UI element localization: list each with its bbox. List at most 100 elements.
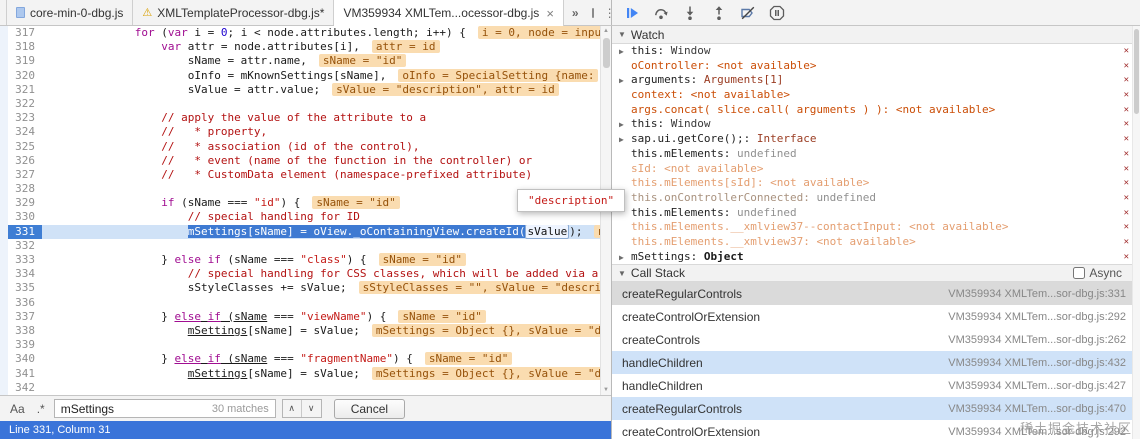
code-line[interactable]: 334 // special handling for CSS classes,… [0, 267, 611, 281]
delete-watch-icon[interactable]: ✕ [1124, 191, 1129, 206]
line-number[interactable]: 326 [8, 154, 42, 168]
watch-item[interactable]: oController: <not available> ✕ [612, 59, 1140, 74]
call-stack-frame[interactable]: createRegularControls VM359934 XMLTem...s… [612, 397, 1140, 421]
code-line[interactable]: 317 for (var i = 0; i < node.attributes.… [0, 26, 611, 40]
watch-item[interactable]: ▶ arguments: Arguments[1] ✕ [612, 73, 1140, 88]
delete-watch-icon[interactable]: ✕ [1124, 103, 1129, 118]
step-out-icon[interactable] [711, 5, 727, 21]
delete-watch-icon[interactable]: ✕ [1124, 162, 1129, 177]
scroll-up-icon[interactable]: ▲ [601, 28, 611, 34]
call-stack-frame[interactable]: handleChildren VM359934 XMLTem...sor-dbg.… [612, 351, 1140, 375]
breakpoint-gutter[interactable] [0, 26, 8, 395]
tab-vm359934-xmltem-ocessor-dbg-js[interactable]: VM359934 XMLTem...ocessor-dbg.js × [334, 0, 564, 26]
line-number[interactable]: 320 [8, 69, 42, 83]
watch-item[interactable]: this.mElements: undefined ✕ [612, 206, 1140, 221]
line-number[interactable]: 329 [8, 196, 42, 210]
code-line[interactable]: 320 oInfo = mKnownSettings[sName], oInfo … [0, 68, 611, 83]
code-line[interactable]: 335 sStyleClasses += sValue; sStyleClasse… [0, 281, 611, 295]
watch-item[interactable]: context: <not available> ✕ [612, 88, 1140, 103]
pause-on-exceptions-icon[interactable] [769, 5, 785, 21]
line-number[interactable]: 335 [8, 281, 42, 295]
expander-icon[interactable]: ▶ [619, 133, 631, 147]
call-stack-frame[interactable]: createControls VM359934 XMLTem...sor-dbg.… [612, 328, 1140, 351]
line-number[interactable]: 336 [8, 296, 42, 310]
code-line[interactable]: 326 // * event (name of the function in … [0, 154, 611, 168]
watch-item[interactable]: this.mElements.__xmlview37: <not availab… [612, 235, 1140, 250]
line-number[interactable]: 342 [8, 381, 42, 395]
line-number[interactable]: 337 [8, 310, 42, 324]
line-number[interactable]: 317 [8, 26, 42, 40]
watch-item[interactable]: sId: <not available> ✕ [612, 162, 1140, 177]
watch-item[interactable]: this.onControllerConnected: undefined ✕ [612, 191, 1140, 206]
scrollbar-thumb[interactable] [1134, 29, 1139, 114]
watch-item[interactable]: this.mElements: undefined ✕ [612, 147, 1140, 162]
delete-watch-icon[interactable]: ✕ [1124, 250, 1129, 265]
watch-item[interactable]: ▶ sap.ui.getCore();: Interface ✕ [612, 132, 1140, 147]
code-line[interactable]: 340 } else if (sName === "fragmentName")… [0, 352, 611, 366]
deactivate-breakpoints-icon[interactable] [740, 5, 756, 21]
cancel-button[interactable]: Cancel [333, 398, 406, 419]
line-number[interactable]: 318 [8, 40, 42, 54]
code-line[interactable]: 327 // * CustomData element (namespace-p… [0, 168, 611, 182]
pretty-print-icon[interactable] [591, 7, 594, 18]
code-line[interactable]: 318 var attr = node.attributes[i], attr =… [0, 40, 611, 54]
expander-icon[interactable]: ▶ [619, 118, 631, 132]
code-line[interactable]: 332 [0, 239, 611, 253]
code-line[interactable]: 325 // * association (id of the control)… [0, 140, 611, 154]
line-number[interactable]: 338 [8, 324, 42, 338]
code-line[interactable]: 322 [0, 97, 611, 111]
tab-xmltemplateprocessor-dbg-js-[interactable]: ⚠ XMLTemplateProcessor-dbg.js* [133, 0, 335, 25]
code-line[interactable]: 342 [0, 381, 611, 395]
delete-watch-icon[interactable]: ✕ [1124, 88, 1129, 103]
code-line[interactable]: 319 sName = attr.name, sName = "id" [0, 54, 611, 68]
previous-match-button[interactable]: ∧ [282, 400, 302, 417]
step-into-icon[interactable] [682, 5, 698, 21]
tab-core-min-0-dbg-js[interactable]: core-min-0-dbg.js [6, 0, 134, 25]
code-line[interactable]: 337 } else if (sName === "viewName") {sN… [0, 309, 611, 324]
expander-icon[interactable]: ▶ [619, 74, 631, 88]
line-number[interactable]: 333 [8, 253, 42, 267]
line-number[interactable]: 321 [8, 83, 42, 97]
delete-watch-icon[interactable]: ✕ [1124, 235, 1129, 250]
watch-item[interactable]: ▶ this: Window ✕ [612, 117, 1140, 132]
line-number[interactable]: 340 [8, 352, 42, 366]
delete-watch-icon[interactable]: ✕ [1124, 73, 1129, 88]
line-number[interactable]: 324 [8, 125, 42, 139]
code-line[interactable]: 324 // * property, [0, 125, 611, 139]
close-tab-icon[interactable]: × [546, 7, 554, 20]
scrollbar-thumb[interactable] [603, 38, 610, 68]
line-number[interactable]: 327 [8, 168, 42, 182]
watch-item[interactable]: args.concat( slice.call( arguments ) ): … [612, 103, 1140, 118]
call-stack-frame[interactable]: handleChildren VM359934 XMLTem...sor-dbg.… [612, 374, 1140, 397]
delete-watch-icon[interactable]: ✕ [1124, 44, 1129, 59]
line-number[interactable]: 322 [8, 97, 42, 111]
code-line[interactable]: 321 sValue = attr.value; sValue = "descri… [0, 82, 611, 97]
line-number[interactable]: 328 [8, 182, 42, 196]
watch-item[interactable]: ▶ this: Window ✕ [612, 44, 1140, 59]
delete-watch-icon[interactable]: ✕ [1124, 117, 1129, 132]
code-line[interactable]: 341 mSettings[sName] = sValue; mSettings … [0, 366, 611, 381]
delete-watch-icon[interactable]: ✕ [1124, 132, 1129, 147]
line-number[interactable]: 330 [8, 210, 42, 224]
delete-watch-icon[interactable]: ✕ [1124, 59, 1129, 74]
code-line[interactable]: 339 [0, 338, 611, 352]
resume-icon[interactable] [624, 5, 640, 21]
line-number[interactable]: 341 [8, 367, 42, 381]
code-line[interactable]: 336 [0, 296, 611, 310]
code-line[interactable]: 323 // apply the value of the attribute … [0, 111, 611, 125]
scroll-down-icon[interactable]: ▼ [601, 387, 611, 393]
call-stack-section-header[interactable]: ▼ Call Stack Async [612, 264, 1140, 283]
line-number[interactable]: 332 [8, 239, 42, 253]
expander-icon[interactable]: ▶ [619, 45, 631, 59]
match-case-button[interactable]: Aa [7, 400, 28, 418]
code-line[interactable]: 330 // special handling for ID [0, 210, 611, 224]
delete-watch-icon[interactable]: ✕ [1124, 176, 1129, 191]
call-stack-frame[interactable]: createControlOrExtension VM359934 XMLTem.… [612, 305, 1140, 328]
watch-item[interactable]: ▶ mSettings: Object ✕ [612, 250, 1140, 265]
line-number[interactable]: 339 [8, 338, 42, 352]
code-line[interactable]: 333 } else if (sName === "class") {sName… [0, 253, 611, 267]
delete-watch-icon[interactable]: ✕ [1124, 220, 1129, 235]
delete-watch-icon[interactable]: ✕ [1124, 206, 1129, 221]
expander-icon[interactable]: ▶ [619, 251, 631, 265]
code-line[interactable]: 331 mSettings[sName] = oView._oContainin… [0, 224, 611, 239]
